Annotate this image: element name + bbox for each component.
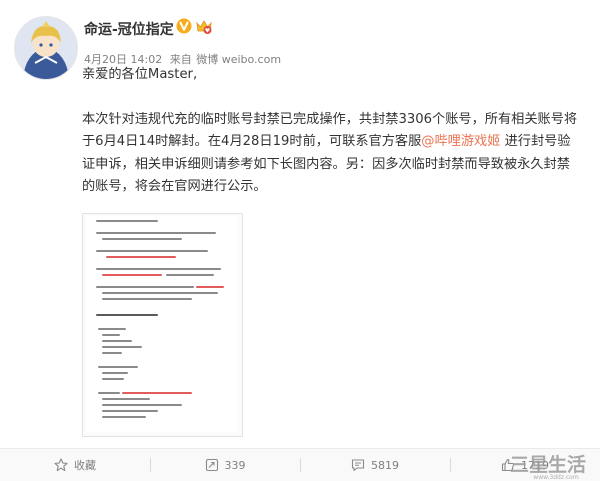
post-body: 本次针对违规代充的临时账号封禁已完成操作，共封禁3306个账号，所有相关账号将于… bbox=[82, 109, 582, 199]
avatar-image bbox=[15, 17, 77, 79]
repost-button[interactable]: 339 bbox=[150, 449, 300, 481]
avatar[interactable] bbox=[14, 16, 78, 80]
verified-icon[interactable] bbox=[176, 18, 192, 34]
comment-count: 5819 bbox=[371, 458, 399, 472]
svg-text:♥: ♥ bbox=[205, 27, 210, 34]
post-long-image[interactable] bbox=[82, 213, 243, 437]
favorite-label: 收藏 bbox=[74, 459, 96, 472]
post-long-image-page bbox=[86, 216, 237, 432]
repost-icon bbox=[205, 458, 218, 472]
member-crown-icon[interactable]: ♥ bbox=[195, 18, 213, 34]
svg-text:三星生活: 三星生活 bbox=[510, 453, 586, 476]
watermark-logo: 三星生活 www.3ddz.com bbox=[510, 453, 586, 480]
mention-link[interactable]: @哔哩游戏姬 bbox=[421, 134, 500, 149]
comment-button[interactable]: 5819 bbox=[300, 449, 450, 481]
comment-icon bbox=[351, 459, 365, 472]
svg-text:www.3ddz.com: www.3ddz.com bbox=[533, 474, 579, 480]
user-name[interactable]: 命运-冠位指定 bbox=[84, 19, 174, 39]
post-greeting: 亲爱的各位Master, bbox=[82, 67, 198, 82]
repost-count: 339 bbox=[224, 458, 246, 472]
favorite-button[interactable]: 收藏 bbox=[0, 449, 150, 481]
post-content: 亲爱的各位Master, 本次针对违规代充的临时账号封禁已完成操作，共封禁330… bbox=[82, 64, 582, 199]
star-icon bbox=[54, 458, 68, 472]
